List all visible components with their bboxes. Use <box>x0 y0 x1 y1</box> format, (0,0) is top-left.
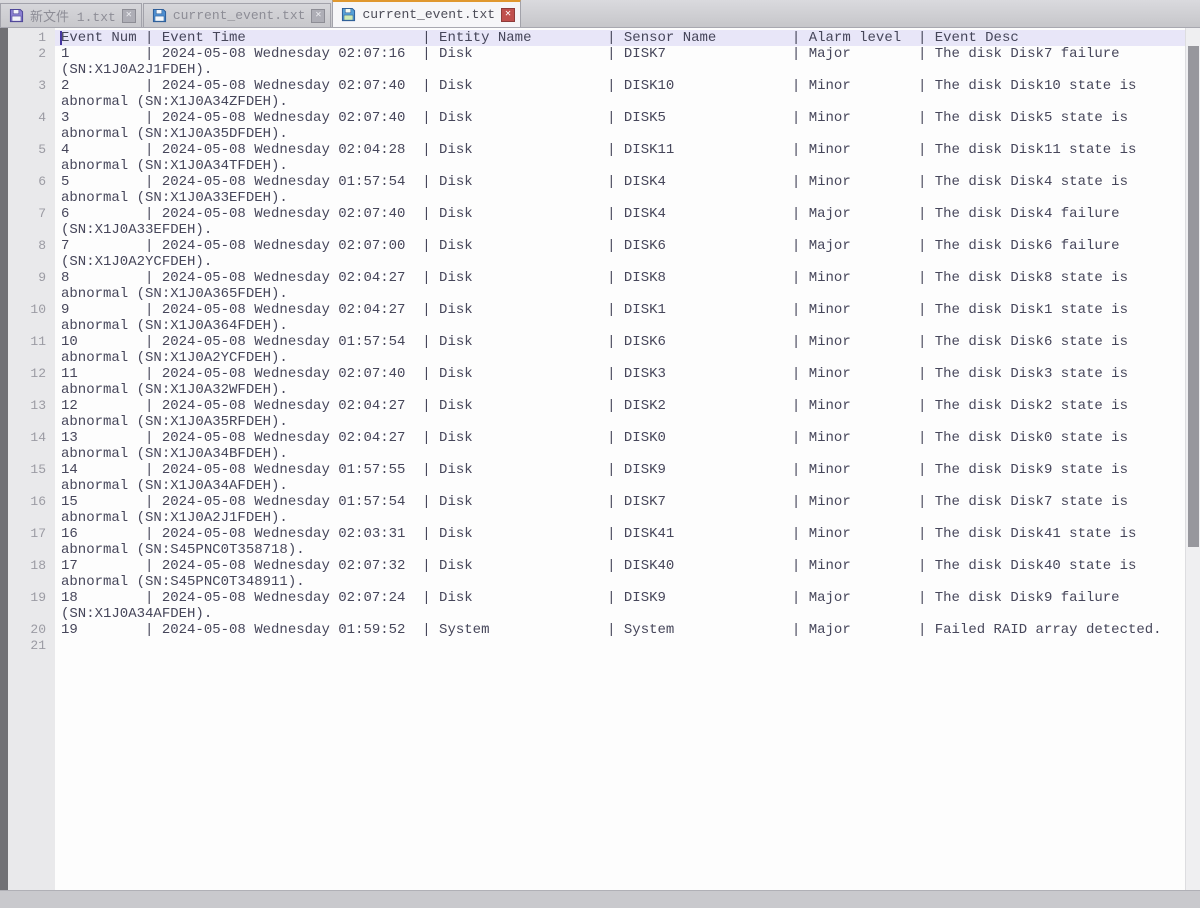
line-number: 21 <box>0 638 55 654</box>
tab-label: current_event.txt <box>362 7 495 22</box>
text-line[interactable]: 9 | 2024-05-08 Wednesday 02:04:27 | Disk… <box>55 302 1185 334</box>
tab-new-file-1[interactable]: 新文件 1.txt ✕ <box>0 3 142 27</box>
editor-line: 2019 | 2024-05-08 Wednesday 01:59:52 | S… <box>0 622 1200 638</box>
editor-line: 21 <box>0 638 1200 654</box>
text-line[interactable]: 18 | 2024-05-08 Wednesday 02:07:24 | Dis… <box>55 590 1185 622</box>
line-number: 6 <box>0 174 55 206</box>
line-number: 13 <box>0 398 55 430</box>
text-line[interactable]: 19 | 2024-05-08 Wednesday 01:59:52 | Sys… <box>55 622 1185 638</box>
line-number: 9 <box>0 270 55 302</box>
line-number: 19 <box>0 590 55 622</box>
editor-line: 43 | 2024-05-08 Wednesday 02:07:40 | Dis… <box>0 110 1200 142</box>
close-icon[interactable]: ✕ <box>311 9 325 23</box>
text-line[interactable]: 17 | 2024-05-08 Wednesday 02:07:32 | Dis… <box>55 558 1185 590</box>
text-line[interactable] <box>55 638 1185 654</box>
line-number: 14 <box>0 430 55 462</box>
editor-line: 54 | 2024-05-08 Wednesday 02:04:28 | Dis… <box>0 142 1200 174</box>
line-number: 3 <box>0 78 55 110</box>
editor-line: 1413 | 2024-05-08 Wednesday 02:04:27 | D… <box>0 430 1200 462</box>
tab-bar: 新文件 1.txt ✕ current_event.txt ✕ current_… <box>0 0 1200 28</box>
editor-line: 65 | 2024-05-08 Wednesday 01:57:54 | Dis… <box>0 174 1200 206</box>
vertical-scrollbar[interactable] <box>1185 28 1200 890</box>
editor[interactable]: 1Event Num | Event Time | Entity Name | … <box>0 28 1200 890</box>
floppy-purple-icon <box>9 8 24 23</box>
tab-label: 新文件 1.txt <box>30 6 116 25</box>
text-line[interactable]: 6 | 2024-05-08 Wednesday 02:07:40 | Disk… <box>55 206 1185 238</box>
tab-label: current_event.txt <box>173 8 306 23</box>
editor-line: 1312 | 2024-05-08 Wednesday 02:04:27 | D… <box>0 398 1200 430</box>
text-line[interactable]: 2 | 2024-05-08 Wednesday 02:07:40 | Disk… <box>55 78 1185 110</box>
text-line[interactable]: 15 | 2024-05-08 Wednesday 01:57:54 | Dis… <box>55 494 1185 526</box>
editor-line: 1918 | 2024-05-08 Wednesday 02:07:24 | D… <box>0 590 1200 622</box>
text-line[interactable]: 7 | 2024-05-08 Wednesday 02:07:00 | Disk… <box>55 238 1185 270</box>
editor-line: 1817 | 2024-05-08 Wednesday 02:07:32 | D… <box>0 558 1200 590</box>
line-number: 16 <box>0 494 55 526</box>
line-number: 1 <box>0 30 55 46</box>
editor-line: 1514 | 2024-05-08 Wednesday 01:57:55 | D… <box>0 462 1200 494</box>
editor-line: 98 | 2024-05-08 Wednesday 02:04:27 | Dis… <box>0 270 1200 302</box>
editor-line: 1211 | 2024-05-08 Wednesday 02:07:40 | D… <box>0 366 1200 398</box>
line-number: 18 <box>0 558 55 590</box>
text-line[interactable]: 16 | 2024-05-08 Wednesday 02:03:31 | Dis… <box>55 526 1185 558</box>
text-line-current[interactable]: Event Num | Event Time | Entity Name | S… <box>55 30 1185 46</box>
line-number: 15 <box>0 462 55 494</box>
editor-line: 1615 | 2024-05-08 Wednesday 01:57:54 | D… <box>0 494 1200 526</box>
line-number: 10 <box>0 302 55 334</box>
line-number: 20 <box>0 622 55 638</box>
text-line[interactable]: 14 | 2024-05-08 Wednesday 01:57:55 | Dis… <box>55 462 1185 494</box>
editor-line: 1716 | 2024-05-08 Wednesday 02:03:31 | D… <box>0 526 1200 558</box>
text-line[interactable]: 12 | 2024-05-08 Wednesday 02:04:27 | Dis… <box>55 398 1185 430</box>
text-line[interactable]: 1 | 2024-05-08 Wednesday 02:07:16 | Disk… <box>55 46 1185 78</box>
line-number: 11 <box>0 334 55 366</box>
editor-line: 76 | 2024-05-08 Wednesday 02:07:40 | Dis… <box>0 206 1200 238</box>
editor-line: 21 | 2024-05-08 Wednesday 02:07:16 | Dis… <box>0 46 1200 78</box>
editor-line: 1110 | 2024-05-08 Wednesday 01:57:54 | D… <box>0 334 1200 366</box>
close-icon[interactable]: ✕ <box>501 8 515 22</box>
text-line[interactable]: 3 | 2024-05-08 Wednesday 02:07:40 | Disk… <box>55 110 1185 142</box>
floppy-blue-icon <box>152 8 167 23</box>
line-number: 8 <box>0 238 55 270</box>
horizontal-scrollbar[interactable] <box>0 890 1200 908</box>
tab-current-event-1[interactable]: current_event.txt ✕ <box>143 3 332 27</box>
editor-line: 1Event Num | Event Time | Entity Name | … <box>0 30 1200 46</box>
text-line[interactable]: 4 | 2024-05-08 Wednesday 02:04:28 | Disk… <box>55 142 1185 174</box>
scrollbar-thumb[interactable] <box>1188 46 1199 547</box>
line-number: 7 <box>0 206 55 238</box>
tab-current-event-active[interactable]: current_event.txt ✕ <box>332 0 521 27</box>
line-number: 12 <box>0 366 55 398</box>
line-number: 17 <box>0 526 55 558</box>
editor-line: 87 | 2024-05-08 Wednesday 02:07:00 | Dis… <box>0 238 1200 270</box>
text-line[interactable]: 13 | 2024-05-08 Wednesday 02:04:27 | Dis… <box>55 430 1185 462</box>
line-number: 5 <box>0 142 55 174</box>
editor-lines: 1Event Num | Event Time | Entity Name | … <box>0 30 1200 654</box>
editor-line: 109 | 2024-05-08 Wednesday 02:04:27 | Di… <box>0 302 1200 334</box>
editor-line: 32 | 2024-05-08 Wednesday 02:07:40 | Dis… <box>0 78 1200 110</box>
text-caret <box>60 31 62 45</box>
close-icon[interactable]: ✕ <box>122 9 136 23</box>
text-line[interactable]: 10 | 2024-05-08 Wednesday 01:57:54 | Dis… <box>55 334 1185 366</box>
text-line[interactable]: 11 | 2024-05-08 Wednesday 02:07:40 | Dis… <box>55 366 1185 398</box>
text-line[interactable]: 5 | 2024-05-08 Wednesday 01:57:54 | Disk… <box>55 174 1185 206</box>
floppy-green-icon <box>341 7 356 22</box>
line-number: 4 <box>0 110 55 142</box>
text-line[interactable]: 8 | 2024-05-08 Wednesday 02:04:27 | Disk… <box>55 270 1185 302</box>
line-number: 2 <box>0 46 55 78</box>
